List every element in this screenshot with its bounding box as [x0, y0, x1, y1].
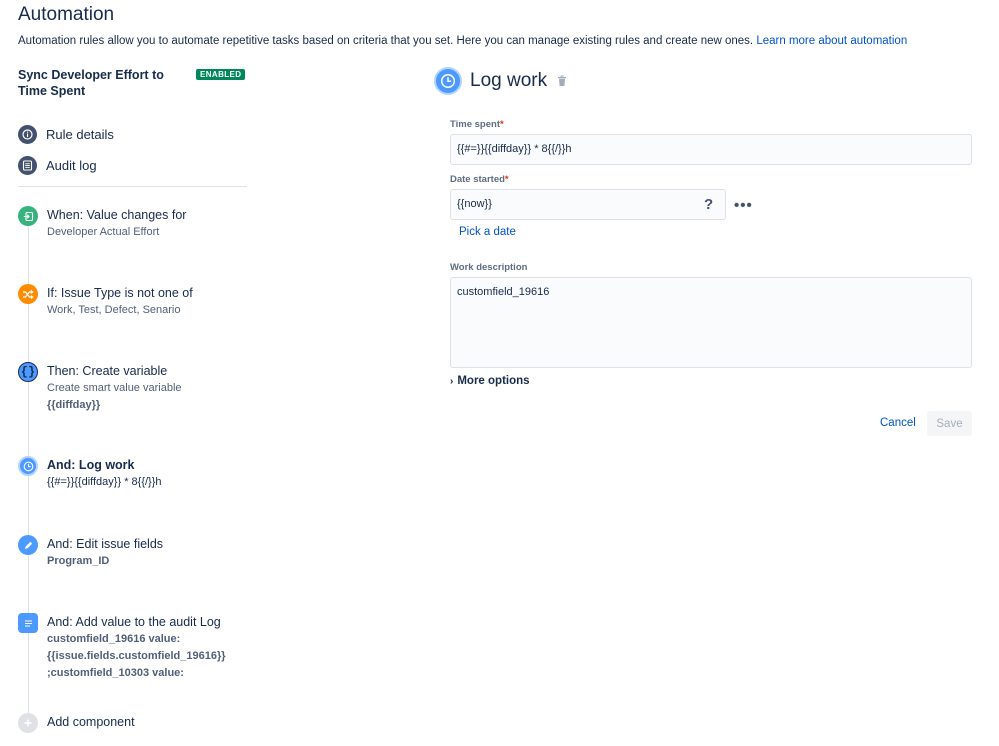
step-create-variable[interactable]: {} Then: Create variable Create smart va… [18, 362, 248, 414]
info-icon [18, 124, 37, 144]
nav-audit-log-label: Audit log [46, 157, 97, 173]
more-actions-icon[interactable]: ••• [734, 197, 753, 214]
chevron-right-icon: › [450, 376, 454, 387]
step-audit-log[interactable]: And: Add value to the audit Log customfi… [18, 613, 248, 682]
clock-icon [18, 456, 38, 476]
step-detail-value: {{diffday}} [47, 399, 101, 411]
step-title: And: Log work [47, 458, 135, 472]
time-spent-label: Time spent* [450, 119, 504, 130]
braces-icon: {} [18, 362, 38, 382]
pencil-icon [18, 535, 38, 555]
step-title: Then: Create variable [47, 364, 168, 378]
cancel-button[interactable]: Cancel [880, 417, 916, 429]
add-component[interactable]: Add component [18, 713, 248, 733]
rule-name: Sync Developer Effort to Time Spent [18, 68, 164, 98]
nav-rule-details[interactable]: Rule details [18, 124, 114, 144]
step-detail-extra: ;customfield_10303 value: [47, 667, 184, 679]
step-title: And: Edit issue fields [47, 537, 164, 551]
date-started-label: Date started* [450, 174, 509, 185]
clock-icon [434, 67, 462, 95]
page-description-text: Automation rules allow you to automate r… [18, 35, 754, 47]
trash-icon[interactable] [557, 75, 567, 87]
step-detail: Program_ID [47, 555, 110, 567]
nav-audit-log[interactable]: Audit log [18, 155, 97, 175]
time-spent-input[interactable]: {{#=}}{{diffday}} * 8{{/}}h [450, 134, 972, 165]
step-detail-value: {{issue.fields.customfield_19616}} [47, 650, 226, 662]
step-title: And: Add value to the audit Log [47, 615, 221, 629]
save-button[interactable]: Save [927, 411, 972, 436]
date-started-input[interactable]: {{now}} [450, 189, 726, 220]
time-spent-label-text: Time spent [450, 119, 500, 130]
status-badge: ENABLED [196, 69, 246, 80]
editor-title: Log work [470, 70, 548, 91]
pick-date-link[interactable]: Pick a date [459, 226, 516, 238]
step-detail: Create smart value variable [47, 382, 182, 394]
trigger-icon [18, 206, 38, 226]
step-trigger[interactable]: When: Value changes for Developer Actual… [18, 206, 248, 241]
required-mark: * [499, 119, 504, 130]
add-component-label: Add component [47, 715, 135, 729]
more-options-toggle[interactable]: › More options [450, 375, 530, 387]
page-title: Automation [18, 4, 115, 25]
nav-rule-details-label: Rule details [46, 126, 114, 142]
step-condition[interactable]: If: Issue Type is not one of Work, Test,… [18, 284, 248, 319]
editor-header: Log work [434, 67, 567, 95]
step-edit-fields[interactable]: And: Edit issue fields Program_ID [18, 535, 248, 570]
learn-more-link[interactable]: Learn more about automation [756, 35, 907, 47]
plus-icon [18, 713, 38, 733]
step-detail: Work, Test, Defect, Senario [47, 304, 181, 316]
step-detail: {{#=}}{{diffday}} * 8{{/}}h [47, 476, 162, 488]
nav-divider [18, 186, 247, 187]
step-title: When: Value changes for [47, 208, 187, 222]
page-description: Automation rules allow you to automate r… [18, 35, 907, 47]
shuffle-icon [18, 284, 38, 304]
step-title: If: Issue Type is not one of [47, 286, 193, 300]
step-detail: Developer Actual Effort [47, 226, 160, 238]
step-log-work[interactable]: And: Log work {{#=}}{{diffday}} * 8{{/}}… [18, 456, 248, 491]
work-description-textarea[interactable]: customfield_19616 [450, 277, 972, 368]
help-icon[interactable]: ? [704, 196, 713, 213]
more-options-label: More options [457, 375, 530, 387]
document-icon [18, 155, 37, 175]
step-detail: customfield_19616 value: [47, 633, 181, 645]
required-mark: * [504, 174, 509, 185]
list-icon [18, 613, 38, 633]
work-description-label: Work description [450, 262, 528, 273]
date-started-label-text: Date started [450, 174, 505, 185]
